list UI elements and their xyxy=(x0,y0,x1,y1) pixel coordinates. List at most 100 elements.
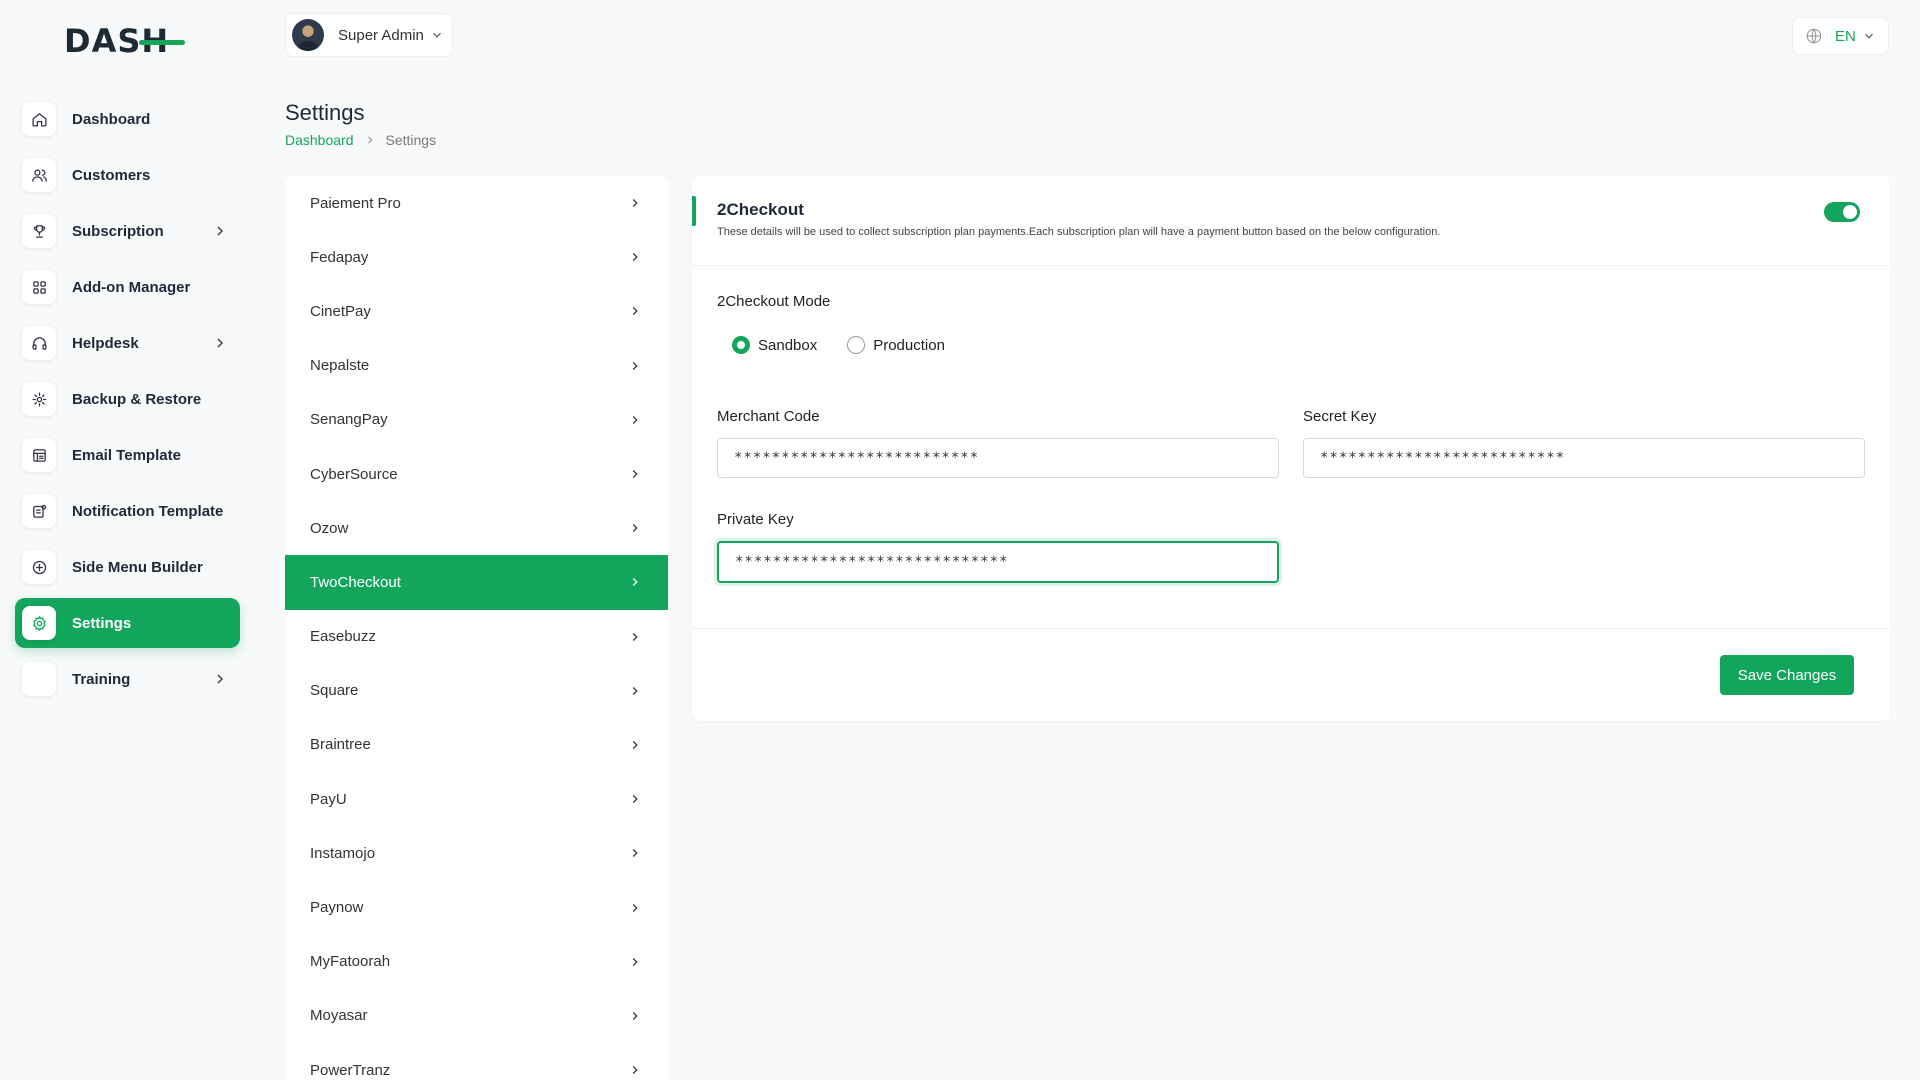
card-footer: Save Changes xyxy=(692,628,1890,721)
sidebar-item-email-template[interactable]: Email Template xyxy=(15,430,240,480)
language-selector[interactable]: EN xyxy=(1792,17,1889,55)
settings-menu-item-square[interactable]: Square xyxy=(285,664,668,718)
avatar xyxy=(292,19,324,51)
menu-item-label: Fedapay xyxy=(310,248,369,266)
sidebar-item-add-on-manager[interactable]: Add-on Manager xyxy=(15,262,240,312)
menu-item-label: Nepalste xyxy=(310,357,370,375)
sidebar-item-settings[interactable]: Settings xyxy=(15,598,240,648)
sidebar-item-label: Subscription xyxy=(72,222,164,240)
chevron-right-icon xyxy=(632,903,638,912)
chevron-right-icon xyxy=(632,470,638,478)
sidebar-item-label: Add-on Manager xyxy=(72,278,191,296)
settings-menu-item-ozow[interactable]: Ozow xyxy=(285,501,668,555)
chevron-right-icon xyxy=(632,307,638,316)
sidebar-item-label: Settings xyxy=(72,614,132,632)
sidebar-item-label: Email Template xyxy=(72,446,181,464)
sidebar-item-label: Helpdesk xyxy=(72,334,139,352)
settings-menu-item-twocheckout[interactable]: TwoCheckout xyxy=(285,555,668,610)
card-title: 2Checkout xyxy=(717,200,804,219)
trophy-icon xyxy=(22,214,56,248)
settings-menu-item-payu[interactable]: PayU xyxy=(285,772,668,826)
chevron-right-icon xyxy=(632,253,638,262)
settings-menu-item-nepalste[interactable]: Nepalste xyxy=(285,339,668,393)
menu-item-label: PowerTranz xyxy=(310,1061,391,1079)
radio-production[interactable]: Production xyxy=(847,336,945,354)
settings-menu-item-easebuzz[interactable]: Easebuzz xyxy=(285,610,668,664)
secret-key-label: Secret Key xyxy=(1303,408,1377,425)
logo-accent-bar xyxy=(139,39,186,45)
sidebar-item-dashboard[interactable]: Dashboard xyxy=(15,94,240,144)
chevron-down-icon xyxy=(1865,33,1873,39)
sidebar-item-training[interactable]: Training xyxy=(15,654,240,704)
chevron-right-icon xyxy=(632,578,638,587)
settings-menu-item-instamojo[interactable]: Instamojo xyxy=(285,826,668,880)
training-icon xyxy=(22,662,56,696)
chevron-right-icon xyxy=(632,957,638,966)
radio-sandbox[interactable]: Sandbox xyxy=(732,336,817,354)
mode-radio-group: Sandbox Production xyxy=(732,336,975,354)
headphones-icon xyxy=(22,326,56,360)
sidebar-item-backup-restore[interactable]: Backup & Restore xyxy=(15,374,240,424)
save-changes-button[interactable]: Save Changes xyxy=(1720,655,1854,695)
sidebar-item-label: Side Menu Builder xyxy=(72,558,203,576)
settings-menu-item-paiement-pro[interactable]: Paiement Pro xyxy=(285,176,668,230)
chevron-down-icon xyxy=(433,32,441,38)
globe-icon xyxy=(1806,28,1822,44)
chevron-right-icon xyxy=(632,361,638,370)
page-title: Settings xyxy=(285,100,365,125)
twocheckout-settings-card: 2Checkout These details will be used to … xyxy=(692,176,1890,721)
menu-item-label: TwoCheckout xyxy=(310,573,401,591)
radio-dot[interactable] xyxy=(732,336,750,354)
radio-label: Sandbox xyxy=(758,336,818,354)
settings-menu-item-braintree[interactable]: Braintree xyxy=(285,718,668,772)
settings-menu-item-fedapay[interactable]: Fedapay xyxy=(285,230,668,284)
mode-label: 2Checkout Mode xyxy=(717,293,831,310)
sidebar: DASH Dashboard Customers Subscription Add-o… xyxy=(0,0,256,1080)
payment-settings-menu: Paiement Pro Fedapay CinetPay Nepalste Senan… xyxy=(285,176,668,1080)
sidebar-item-subscription[interactable]: Subscription xyxy=(15,206,240,256)
settings-menu-item-senangpay[interactable]: SenangPay xyxy=(285,393,668,447)
backup-icon xyxy=(22,382,56,416)
chevron-right-icon xyxy=(217,674,223,684)
radio-dot[interactable] xyxy=(847,336,866,354)
settings-menu-item-moyasar[interactable]: Moyasar xyxy=(285,989,668,1043)
menu-item-label: Paiement Pro xyxy=(310,194,401,212)
secret-key-input[interactable]: ************************** xyxy=(1303,438,1865,478)
breadcrumb-home-link[interactable]: Dashboard xyxy=(285,132,354,148)
menu-item-label: Moyasar xyxy=(310,1007,368,1025)
merchant-code-input[interactable]: ************************** xyxy=(717,438,1279,478)
merchant-code-label: Merchant Code xyxy=(717,408,820,425)
sidebar-nav: Dashboard Customers Subscription Add-on Man… xyxy=(15,94,240,710)
card-header: 2Checkout These details will be used to … xyxy=(692,176,1890,266)
private-key-input[interactable]: ***************************** xyxy=(717,541,1279,583)
settings-menu-item-cybersource[interactable]: CyberSource xyxy=(285,447,668,501)
menu-item-label: Easebuzz xyxy=(310,628,376,646)
menu-item-label: Ozow xyxy=(310,519,349,537)
sidebar-item-label: Dashboard xyxy=(72,110,151,128)
sidebar-item-label: Notification Template xyxy=(72,502,224,520)
chevron-right-icon xyxy=(217,226,223,236)
language-code: EN xyxy=(1835,27,1856,45)
enable-toggle[interactable] xyxy=(1824,202,1860,222)
sidebar-item-helpdesk[interactable]: Helpdesk xyxy=(15,318,240,368)
chevron-right-icon xyxy=(632,686,638,695)
settings-menu-item-myfatoorah[interactable]: MyFatoorah xyxy=(285,935,668,989)
chevron-right-icon xyxy=(367,136,372,144)
home-icon xyxy=(22,102,56,136)
sidebar-item-notification-template[interactable]: Notification Template xyxy=(15,486,240,536)
sidebar-item-side-menu-builder[interactable]: Side Menu Builder xyxy=(15,542,240,592)
settings-menu-item-paynow[interactable]: Paynow xyxy=(285,880,668,934)
chevron-right-icon xyxy=(632,795,638,804)
sidebar-item-label: Training xyxy=(72,670,131,688)
settings-menu-item-cinetpay[interactable]: CinetPay xyxy=(285,284,668,338)
sidebar-item-customers[interactable]: Customers xyxy=(15,150,240,200)
menu-item-label: Paynow xyxy=(310,899,364,917)
chevron-right-icon xyxy=(217,338,223,348)
user-name: Super Admin xyxy=(338,26,424,44)
template-icon xyxy=(22,438,56,472)
logo[interactable]: DASH xyxy=(64,24,186,58)
card-description: These details will be used to collect su… xyxy=(717,226,1441,238)
settings-menu-item-powertranz[interactable]: PowerTranz xyxy=(285,1043,668,1080)
user-menu[interactable]: Super Admin xyxy=(285,13,453,57)
breadcrumb: Dashboard Settings xyxy=(285,132,436,148)
